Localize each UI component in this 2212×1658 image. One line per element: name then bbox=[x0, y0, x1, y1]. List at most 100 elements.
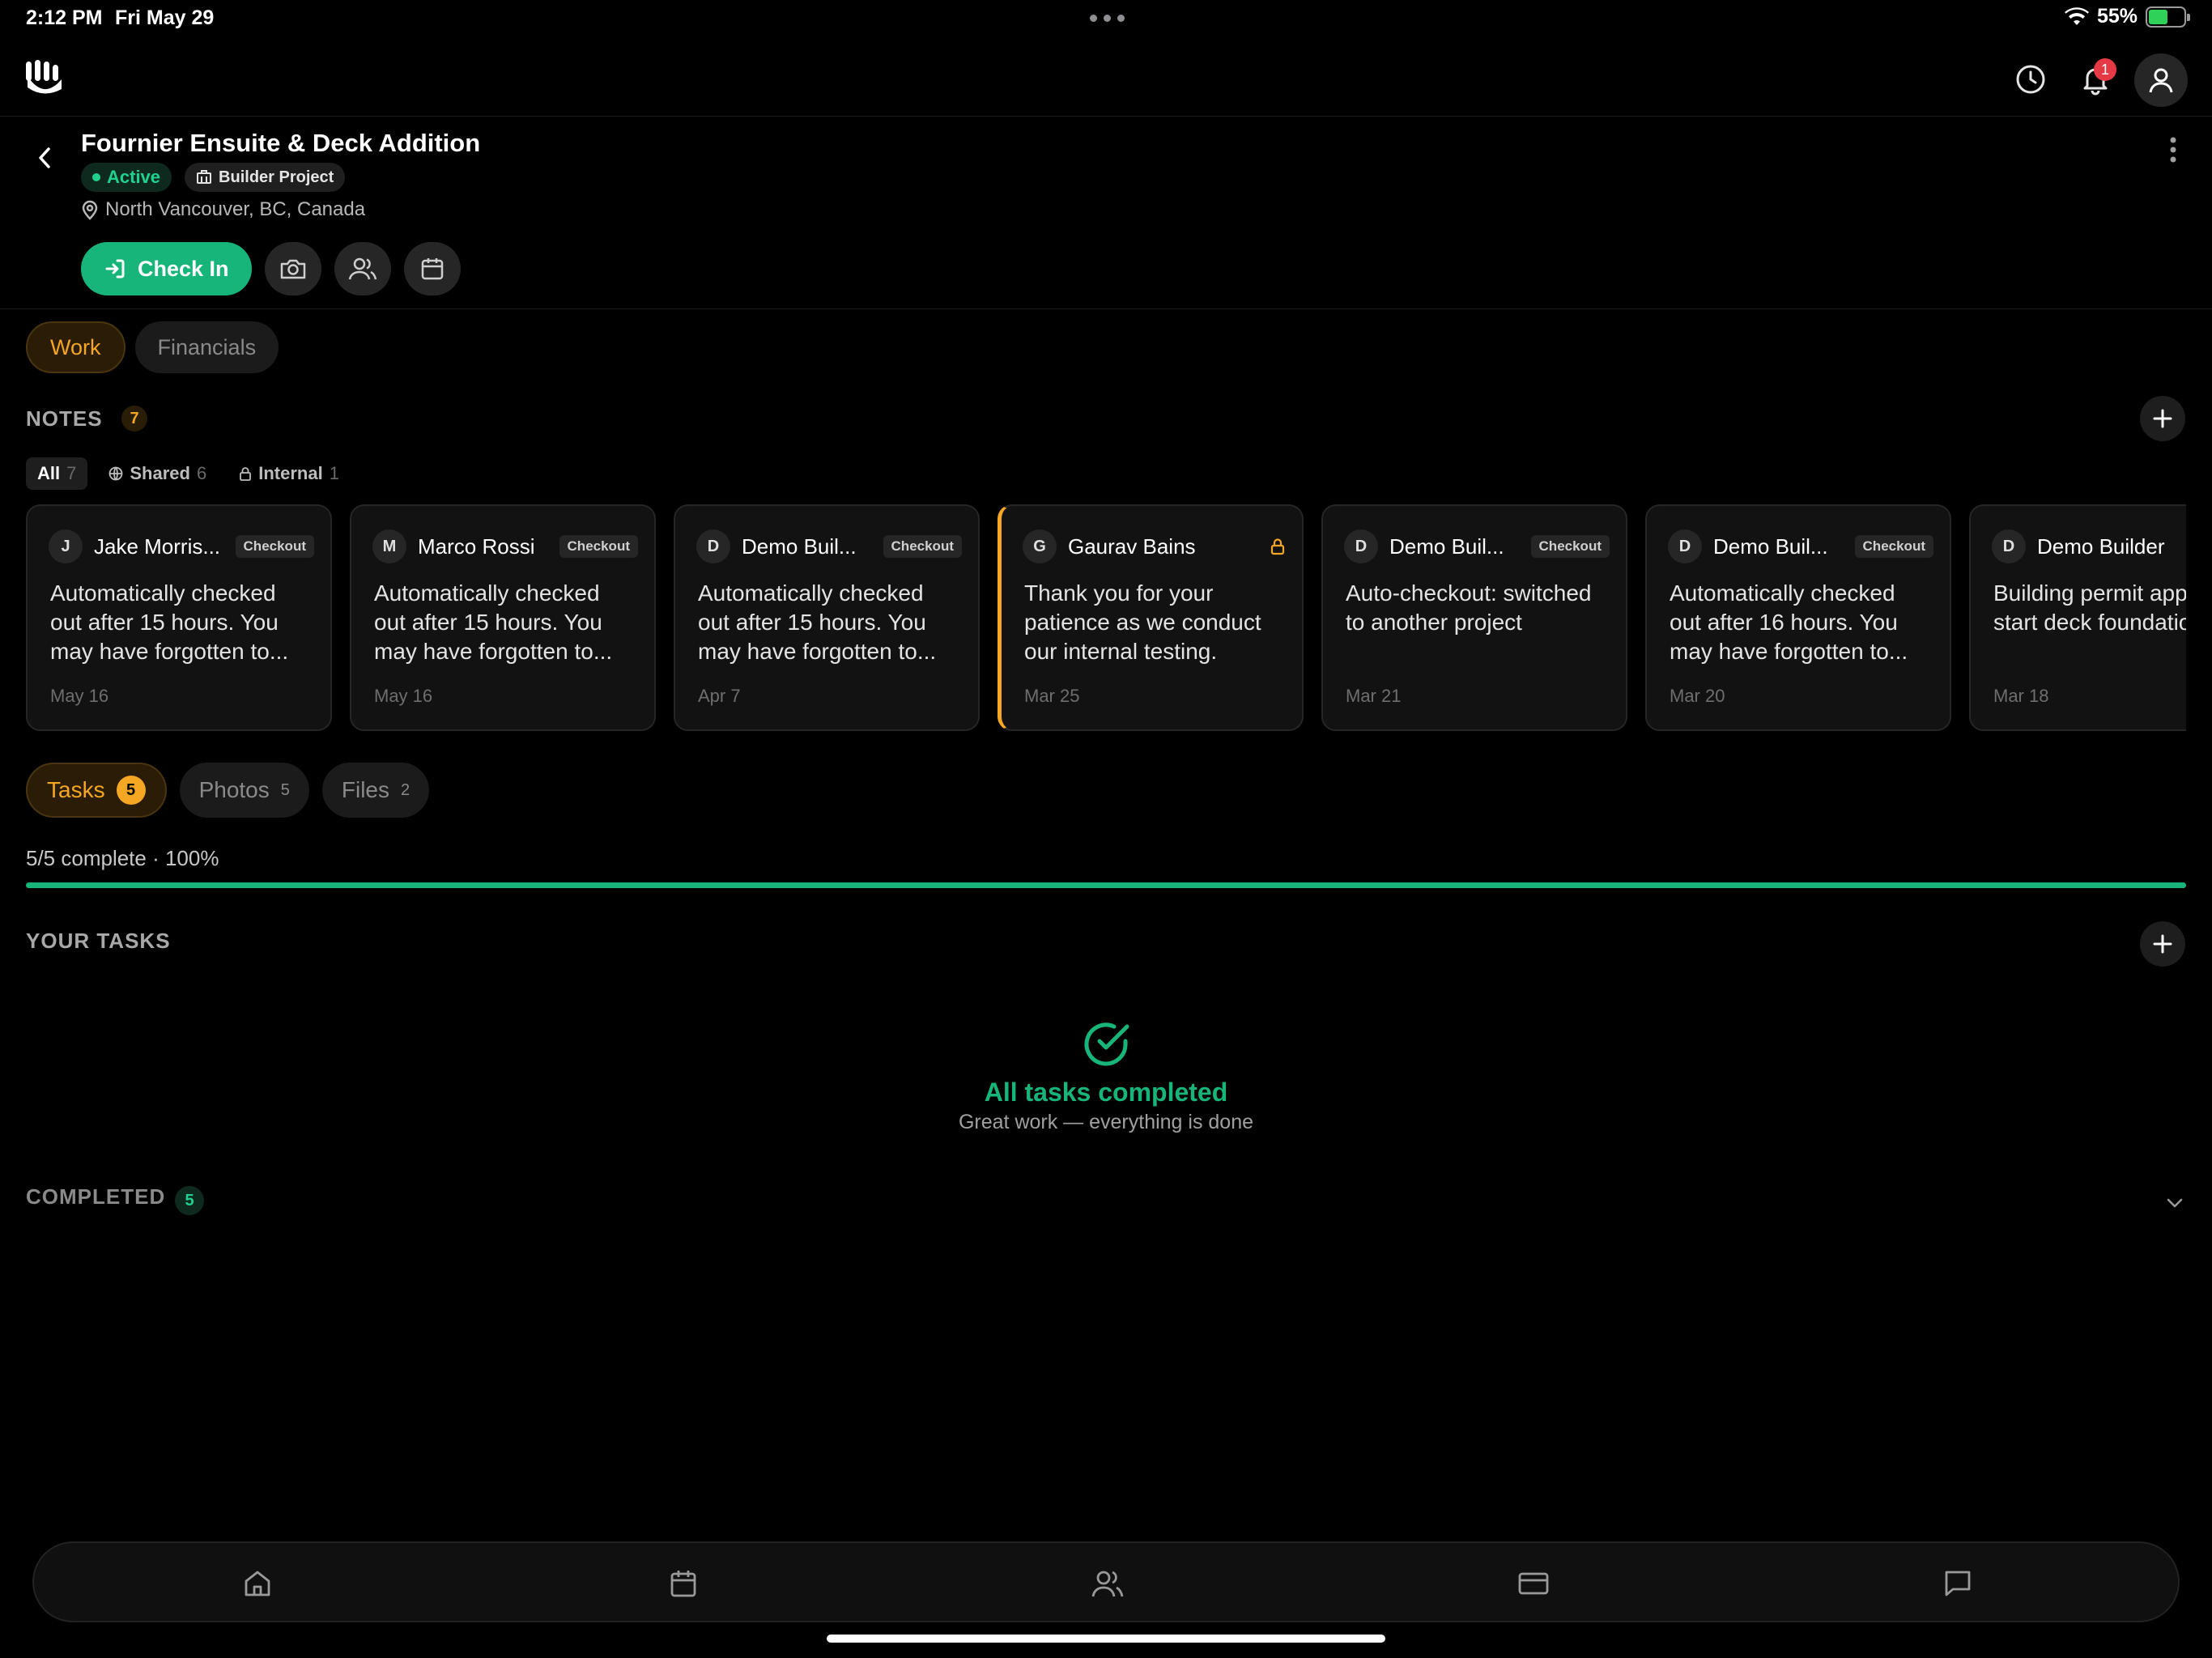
avatar: M bbox=[372, 529, 406, 563]
tab-photos[interactable]: Photos 5 bbox=[179, 763, 309, 818]
project-type-label: Builder Project bbox=[219, 168, 334, 186]
filter-count: 7 bbox=[66, 463, 77, 483]
plus-icon bbox=[2153, 934, 2172, 954]
note-card[interactable]: D Demo Buil... Checkout Automatically ch… bbox=[1645, 504, 1951, 731]
tab-financials[interactable]: Financials bbox=[134, 321, 279, 373]
status-date: Fri May 29 bbox=[115, 6, 215, 29]
note-tag: Checkout bbox=[1854, 535, 1933, 558]
battery-percent: 55% bbox=[2096, 5, 2138, 28]
tab-work[interactable]: Work bbox=[26, 321, 125, 373]
note-date: May 16 bbox=[50, 686, 109, 706]
tab-files[interactable]: Files 2 bbox=[321, 763, 430, 818]
note-author: Jake Morris... bbox=[94, 534, 221, 559]
progress-fill bbox=[26, 882, 2186, 888]
status-label: Active bbox=[107, 167, 161, 187]
people-icon[interactable] bbox=[1090, 1566, 1125, 1601]
avatar: D bbox=[1992, 529, 2026, 563]
tab-label: Photos bbox=[198, 777, 270, 802]
status-right: 55% bbox=[2064, 5, 2190, 28]
completed-count-badge: 5 bbox=[175, 1186, 204, 1215]
multitasking-dots[interactable] bbox=[1090, 15, 1125, 22]
tab-count: 5 bbox=[116, 776, 146, 805]
home-icon[interactable] bbox=[240, 1566, 275, 1601]
globe-icon bbox=[108, 466, 123, 481]
home-indicator[interactable] bbox=[827, 1635, 1385, 1643]
filter-shared[interactable]: Shared 6 bbox=[97, 457, 218, 490]
note-body: Thank you for your patience as we conduc… bbox=[1024, 580, 1261, 664]
note-card[interactable]: D Demo Buil... Checkout Auto-checkout: s… bbox=[1321, 504, 1627, 731]
empty-title: All tasks completed bbox=[984, 1078, 1228, 1107]
avatar: G bbox=[1023, 529, 1057, 563]
project-location: North Vancouver, BC, Canada bbox=[81, 198, 365, 221]
completed-title: COMPLETED bbox=[26, 1184, 166, 1209]
progress-bar bbox=[26, 882, 2186, 888]
card-icon[interactable] bbox=[1516, 1566, 1551, 1601]
calendar-icon[interactable] bbox=[666, 1566, 701, 1601]
notifications-bell-icon[interactable]: 1 bbox=[2073, 57, 2118, 102]
note-tag: Checkout bbox=[559, 535, 638, 558]
note-author: Demo Builder bbox=[2037, 534, 2165, 559]
note-body: Automatically checked out after 16 hours… bbox=[1670, 580, 1908, 664]
camera-icon bbox=[280, 259, 305, 279]
note-tag: Checkout bbox=[235, 535, 314, 558]
content-tabs: Tasks 5 Photos 5 Files 2 bbox=[26, 763, 430, 818]
note-body: Auto-checkout: switched to another proje… bbox=[1346, 580, 1592, 635]
app-logo-icon[interactable] bbox=[24, 58, 65, 100]
calendar-button[interactable] bbox=[403, 242, 461, 295]
tasks-empty-state: All tasks completed Great work — everyth… bbox=[0, 1018, 2212, 1134]
notes-carousel[interactable]: J Jake Morris... Checkout Automatically … bbox=[26, 504, 2186, 731]
more-options-icon[interactable] bbox=[2157, 134, 2189, 166]
status-badge: Active bbox=[81, 163, 172, 192]
note-body: Automatically checked out after 15 hours… bbox=[374, 580, 613, 664]
messages-icon[interactable] bbox=[1940, 1566, 1976, 1601]
note-body: Building permit approved. Can start deck… bbox=[1993, 580, 2186, 635]
avatar: D bbox=[1344, 529, 1378, 563]
note-card[interactable]: M Marco Rossi Checkout Automatically che… bbox=[350, 504, 656, 731]
tab-count: 2 bbox=[401, 780, 410, 799]
notes-count-badge: 7 bbox=[121, 406, 147, 432]
view-segment: Work Financials bbox=[26, 321, 279, 373]
note-date: Mar 21 bbox=[1346, 686, 1402, 706]
tab-count: 5 bbox=[280, 780, 290, 799]
project-title: Fournier Ensuite & Deck Addition bbox=[81, 129, 481, 157]
status-time: 2:12 PM bbox=[26, 6, 103, 29]
note-card[interactable]: J Jake Morris... Checkout Automatically … bbox=[26, 504, 332, 731]
add-note-button[interactable] bbox=[2140, 396, 2185, 441]
note-card[interactable]: D Demo Buil... Checkout Automatically ch… bbox=[674, 504, 980, 731]
filter-internal[interactable]: Internal 1 bbox=[228, 457, 351, 490]
note-card[interactable]: D Demo Builder Building permit approved.… bbox=[1969, 504, 2186, 731]
filter-count: 6 bbox=[196, 463, 207, 483]
add-task-button[interactable] bbox=[2140, 921, 2185, 967]
notes-title: NOTES bbox=[26, 406, 103, 431]
back-chevron-icon[interactable] bbox=[29, 142, 62, 174]
tab-label: Files bbox=[341, 777, 389, 802]
tab-label: Tasks bbox=[47, 777, 105, 802]
note-author: Gaurav Bains bbox=[1068, 534, 1196, 559]
note-author: Demo Buil... bbox=[1713, 534, 1828, 559]
location-pin-icon bbox=[82, 200, 98, 220]
location-text: North Vancouver, BC, Canada bbox=[105, 198, 366, 220]
check-circle-icon bbox=[1084, 1022, 1129, 1066]
project-pills: Active Builder Project bbox=[81, 163, 346, 192]
check-in-icon bbox=[105, 259, 125, 278]
camera-button[interactable] bbox=[264, 242, 321, 295]
history-clock-icon[interactable] bbox=[2008, 57, 2053, 102]
notes-filters: All 7 Shared 6 Internal 1 bbox=[26, 457, 351, 490]
note-date: Mar 18 bbox=[1993, 686, 2049, 706]
project-type-badge: Builder Project bbox=[185, 163, 346, 192]
empty-subtitle: Great work — everything is done bbox=[958, 1111, 1254, 1133]
note-tag: Checkout bbox=[883, 535, 962, 558]
note-date: May 16 bbox=[374, 686, 433, 706]
profile-avatar-icon[interactable] bbox=[2134, 53, 2188, 107]
filter-label: All bbox=[37, 463, 61, 483]
note-date: Apr 7 bbox=[698, 686, 741, 706]
note-card-internal[interactable]: G Gaurav Bains Thank you for your patien… bbox=[998, 504, 1304, 731]
tab-tasks[interactable]: Tasks 5 bbox=[26, 763, 167, 818]
internal-lock-icon bbox=[1270, 538, 1285, 555]
expand-chevron-icon[interactable] bbox=[2157, 1185, 2193, 1221]
team-icon bbox=[348, 257, 376, 280]
filter-all[interactable]: All 7 bbox=[26, 457, 88, 490]
team-button[interactable] bbox=[334, 242, 391, 295]
progress-text: 5/5 complete · 100% bbox=[26, 846, 219, 870]
check-in-button[interactable]: Check In bbox=[81, 242, 252, 295]
